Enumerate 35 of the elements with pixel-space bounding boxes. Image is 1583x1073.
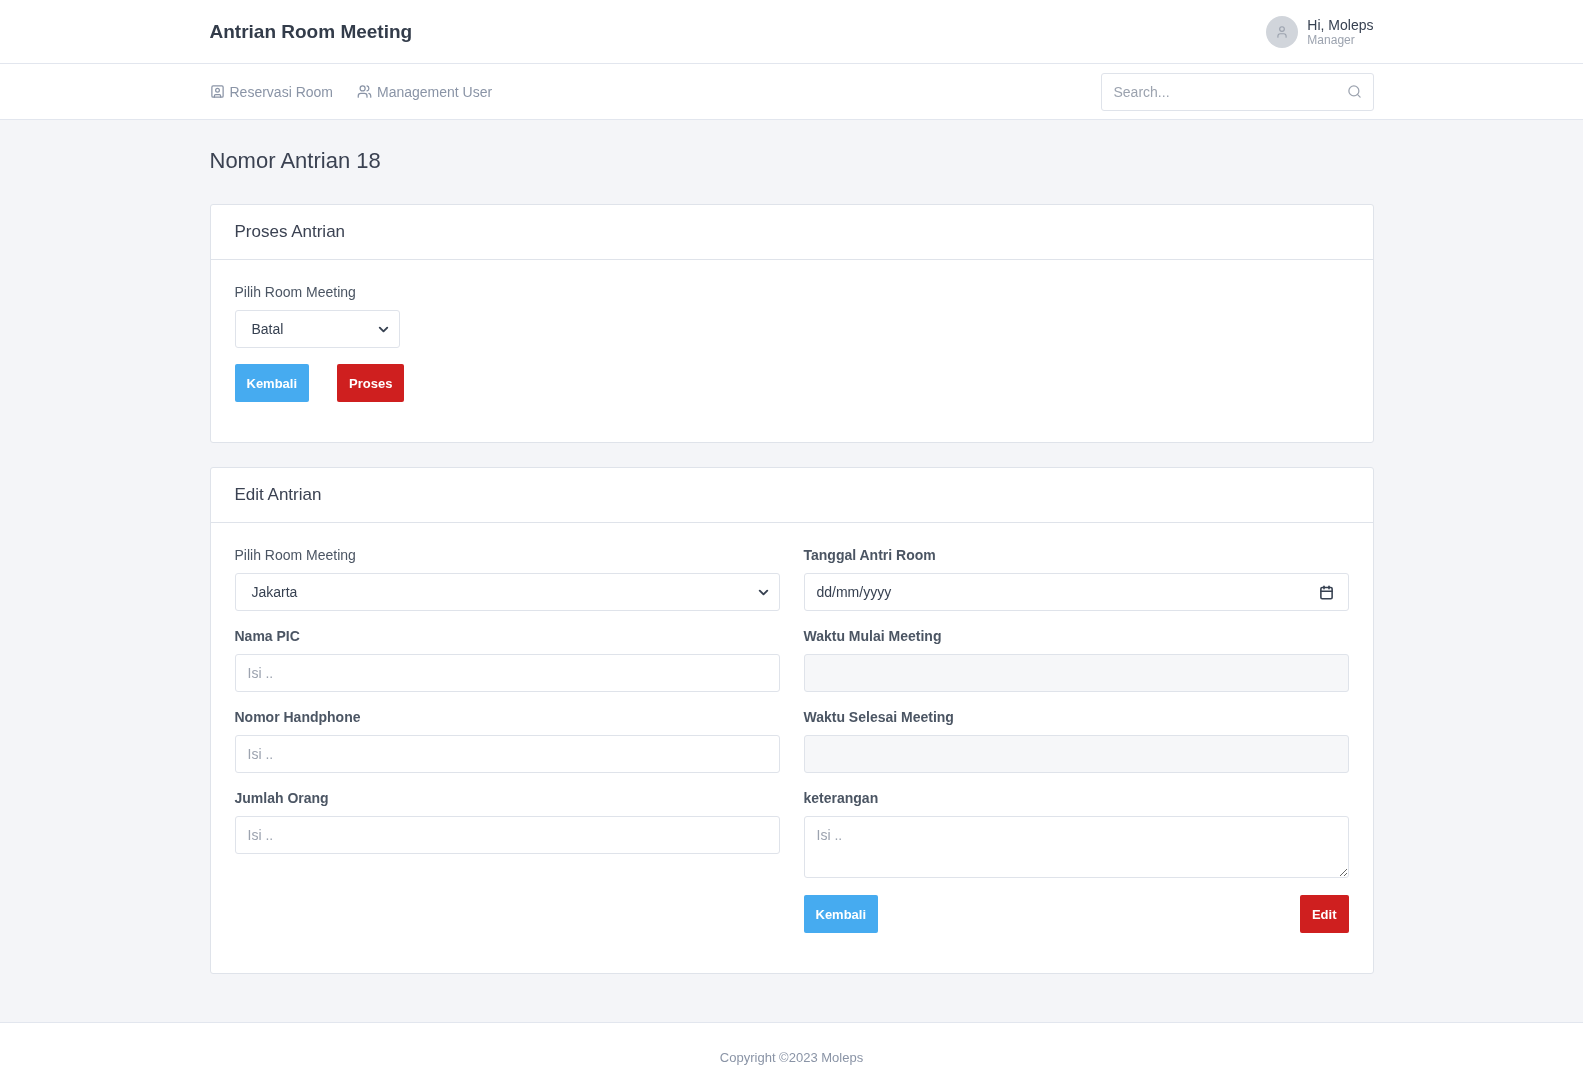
user-role: Manager [1307, 32, 1355, 47]
field-label: Waktu Mulai Meeting [803, 628, 943, 644]
page-title: Nomor Antrian 18 [209, 148, 382, 174]
nav-link[interactable]: Management User [357, 83, 493, 100]
users-icon [357, 84, 372, 99]
nav-link[interactable]: Reservasi Room [209, 83, 333, 100]
user-greeting: Hi, Moleps [1307, 16, 1374, 33]
field-label: Nomor Handphone [234, 709, 362, 725]
action-button[interactable]: Edit [1299, 895, 1349, 933]
input-field[interactable]: Isi .. [234, 735, 780, 773]
field-label: Nama PIC [234, 628, 301, 644]
search-icon [1346, 83, 1362, 99]
search-field[interactable]: Search... [1100, 72, 1374, 111]
date-field[interactable]: dd/mm/yyyy [803, 573, 1349, 611]
time-field[interactable] [803, 654, 1349, 692]
room-select[interactable]: Jakarta [234, 573, 780, 611]
field-label: keterangan [803, 790, 880, 806]
field-label: Waktu Selesai Meeting [803, 709, 955, 725]
field-label: Jumlah Orang [234, 790, 330, 806]
action-button[interactable]: Proses [337, 364, 405, 402]
field-label: Pilih Room Meeting [234, 547, 357, 563]
input-field[interactable]: Isi .. [234, 654, 780, 692]
app-title: Antrian Room Meeting [209, 20, 413, 43]
notes-field[interactable]: Isi .. [803, 816, 1349, 878]
field-label: Pilih Room Meeting [234, 284, 357, 300]
card-title: Edit Antrian [234, 485, 323, 505]
input-field[interactable]: Isi .. [234, 816, 780, 854]
avatar-icon [1266, 15, 1299, 48]
contact-card-icon [209, 84, 225, 99]
room-select[interactable]: Batal [234, 310, 400, 348]
calendar-icon [1318, 584, 1334, 600]
field-label: Tanggal Antri Room [803, 547, 937, 563]
card-title: Proses Antrian [234, 222, 347, 242]
time-field[interactable] [803, 735, 1349, 773]
copyright-text: Copyright ©2023 Moleps [719, 1050, 864, 1065]
